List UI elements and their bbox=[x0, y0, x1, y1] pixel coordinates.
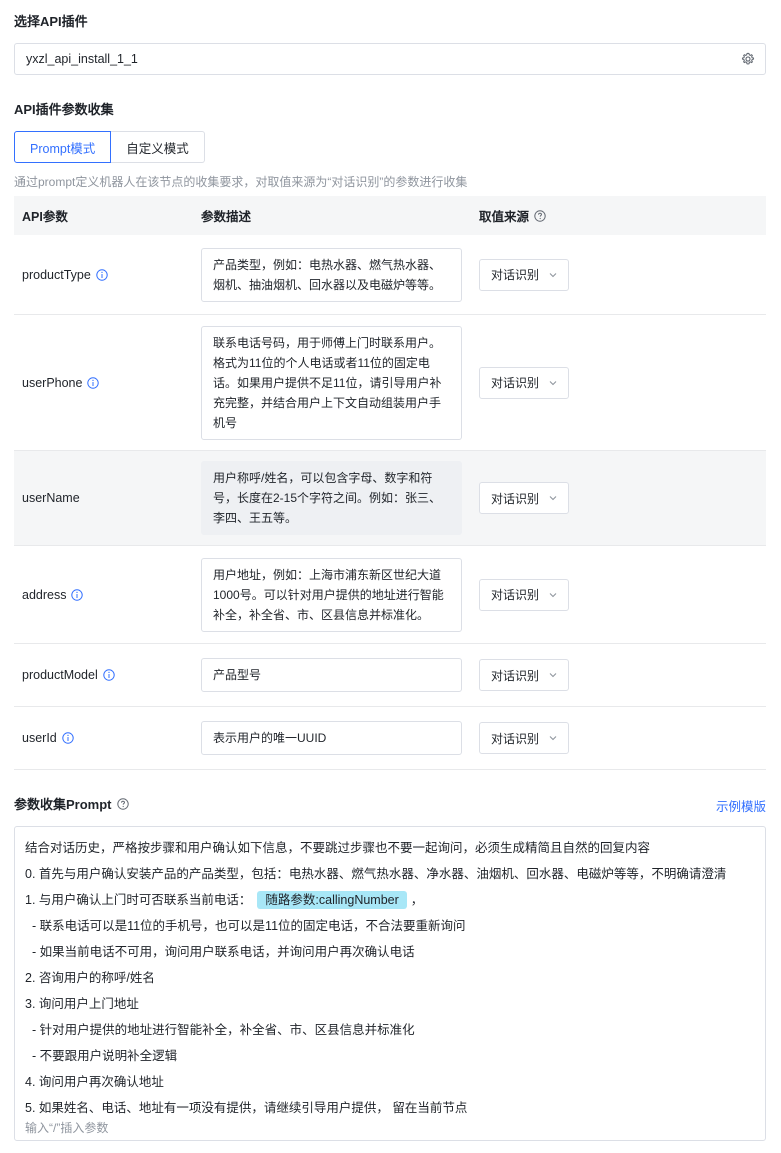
gear-icon[interactable] bbox=[741, 52, 755, 66]
mode-tabs: Prompt模式 自定义模式 bbox=[14, 131, 205, 163]
header-source-wrap: 取值来源 bbox=[479, 206, 766, 225]
table-row: productType 产品类型，例如：电热水器、燃气热水器、 烟机、抽油烟机、… bbox=[14, 235, 766, 315]
prompt-line-text: ， bbox=[410, 893, 424, 907]
prompt-line: 结合对话历史，严格按步骤和用户确认如下信息，不要跳过步骤也不要一起询问，必须生成… bbox=[25, 841, 651, 855]
info-icon[interactable] bbox=[87, 376, 100, 389]
source-select[interactable]: 对话识别 bbox=[479, 578, 569, 611]
param-desc-input[interactable]: 产品类型，例如：电热水器、燃气热水器、 烟机、抽油烟机、回水器以及电磁炉等等。 bbox=[201, 247, 462, 302]
source-select-value: 对话识别 bbox=[491, 668, 540, 683]
table-row: userPhone 联系电话号码，用于师傅上门时联系用户。 格式为11位的个人电… bbox=[14, 315, 766, 451]
table-header: API参数 参数描述 取值来源 bbox=[14, 196, 766, 235]
chevron-down-icon bbox=[549, 272, 557, 277]
table-row: userId 表示用户的唯一UUID 对话识别 bbox=[14, 707, 766, 770]
prompt-title-wrap: 参数收集Prompt bbox=[14, 794, 129, 813]
source-select-value: 对话识别 bbox=[491, 491, 540, 506]
params-hint: 通过prompt定义机器人在该节点的收集要求，对取值来源为“对话识别”的参数进行… bbox=[14, 175, 468, 189]
prompt-section-title: 参数收集Prompt bbox=[14, 797, 112, 812]
chevron-down-icon bbox=[549, 673, 557, 678]
source-select[interactable]: 对话识别 bbox=[479, 482, 569, 514]
table-row: address 用户地址，例如：上海市浦东新区世纪大道 1000号。可以针对用户… bbox=[14, 546, 766, 644]
prompt-line: 3. 询问用户上门地址 bbox=[25, 997, 139, 1011]
prompt-line: 0. 首先与用户确认安装产品的产品类型，包括：电热水器、燃气热水器、净水器、油烟… bbox=[25, 867, 727, 881]
prompt-editor[interactable]: 结合对话历史，严格按步骤和用户确认如下信息，不要跳过步骤也不要一起询问，必须生成… bbox=[14, 826, 766, 1141]
param-desc-input[interactable]: 表示用户的唯一UUID bbox=[201, 721, 462, 755]
header-param: API参数 bbox=[22, 210, 68, 224]
params-table: API参数 参数描述 取值来源 productType 产品类型，例如：电热水器… bbox=[14, 196, 766, 770]
param-name: productType bbox=[22, 267, 91, 282]
prompt-line-text: 1. 与用户确认上门时可否联系当前电话： bbox=[25, 893, 252, 907]
source-select-value: 对话识别 bbox=[491, 376, 540, 390]
plugin-select-value: yxzl_api_install_1_1 bbox=[26, 52, 138, 66]
source-select-value: 对话识别 bbox=[491, 731, 540, 746]
param-name: productModel bbox=[22, 668, 98, 682]
header-source: 取值来源 bbox=[479, 210, 530, 224]
plugin-section-title: 选择API插件 bbox=[14, 14, 88, 29]
param-desc-input[interactable]: 产品型号 bbox=[201, 658, 462, 692]
info-icon[interactable] bbox=[103, 669, 115, 681]
info-icon[interactable] bbox=[62, 732, 74, 744]
param-name: userPhone bbox=[22, 375, 83, 390]
param-name: userId bbox=[22, 731, 57, 745]
chevron-down-icon bbox=[549, 380, 557, 385]
source-select-value: 对话识别 bbox=[491, 268, 540, 282]
prompt-placeholder: 输入“/”插入参数 bbox=[25, 1121, 109, 1135]
header-desc: 参数描述 bbox=[201, 210, 252, 224]
param-desc-input[interactable]: 用户地址，例如：上海市浦东新区世纪大道 1000号。可以针对用户提供的地址进行智… bbox=[201, 557, 462, 632]
param-desc-input[interactable]: 联系电话号码，用于师傅上门时联系用户。 格式为11位的个人电话或者11位的固定电… bbox=[201, 325, 462, 440]
param-desc-input[interactable]: 用户称呼/姓名，可以包含字母、数字和符 号，长度在2-15个字符之间。例如：张三… bbox=[201, 461, 462, 535]
prompt-line: 5. 如果姓名、电话、地址有一项没有提供，请继续引导用户提供， 留在当前节点 bbox=[25, 1101, 468, 1115]
info-icon[interactable] bbox=[96, 268, 108, 281]
param-name: address bbox=[22, 587, 67, 602]
params-section-title: API插件参数收集 bbox=[14, 102, 114, 117]
chevron-down-icon bbox=[549, 496, 557, 501]
table-row: userName 用户称呼/姓名，可以包含字母、数字和符 号，长度在2-15个字… bbox=[14, 451, 766, 546]
param-name: userName bbox=[22, 491, 80, 505]
prompt-line: - 如果当前电话不可用，询问用户联系电话，并询问用户再次确认电话 bbox=[25, 945, 415, 959]
help-icon[interactable] bbox=[116, 797, 129, 810]
example-template-link[interactable]: 示例模版 bbox=[716, 796, 766, 815]
source-select-value: 对话识别 bbox=[491, 588, 540, 602]
prompt-line: 4. 询问用户再次确认地址 bbox=[25, 1075, 164, 1089]
help-icon[interactable] bbox=[534, 209, 546, 222]
table-row: productModel 产品型号 对话识别 bbox=[14, 644, 766, 707]
prompt-line-with-tag: 1. 与用户确认上门时可否联系当前电话： 随路参数:callingNumber， bbox=[25, 887, 755, 913]
source-select[interactable]: 对话识别 bbox=[479, 659, 569, 691]
chevron-down-icon bbox=[549, 736, 557, 741]
source-select[interactable]: 对话识别 bbox=[479, 258, 569, 291]
prompt-line: - 不要跟用户说明补全逻辑 bbox=[25, 1049, 178, 1063]
source-select[interactable]: 对话识别 bbox=[479, 366, 569, 399]
prompt-line: - 联系电话可以是11位的手机号，也可以是11位的固定电话，不合法要重新询问 bbox=[25, 919, 466, 933]
tab-prompt-mode[interactable]: Prompt模式 bbox=[14, 131, 112, 163]
prompt-line: - 针对用户提供的地址进行智能补全，补全省、市、区县信息并标准化 bbox=[25, 1023, 415, 1037]
prompt-line: 2. 咨询用户的称呼/姓名 bbox=[25, 971, 155, 985]
chevron-down-icon bbox=[549, 592, 557, 597]
tab-custom-mode[interactable]: 自定义模式 bbox=[111, 131, 205, 163]
param-tag[interactable]: 随路参数:callingNumber bbox=[257, 891, 407, 909]
plugin-select[interactable]: yxzl_api_install_1_1 bbox=[14, 43, 766, 75]
source-select[interactable]: 对话识别 bbox=[479, 722, 569, 754]
info-icon[interactable] bbox=[71, 588, 84, 601]
